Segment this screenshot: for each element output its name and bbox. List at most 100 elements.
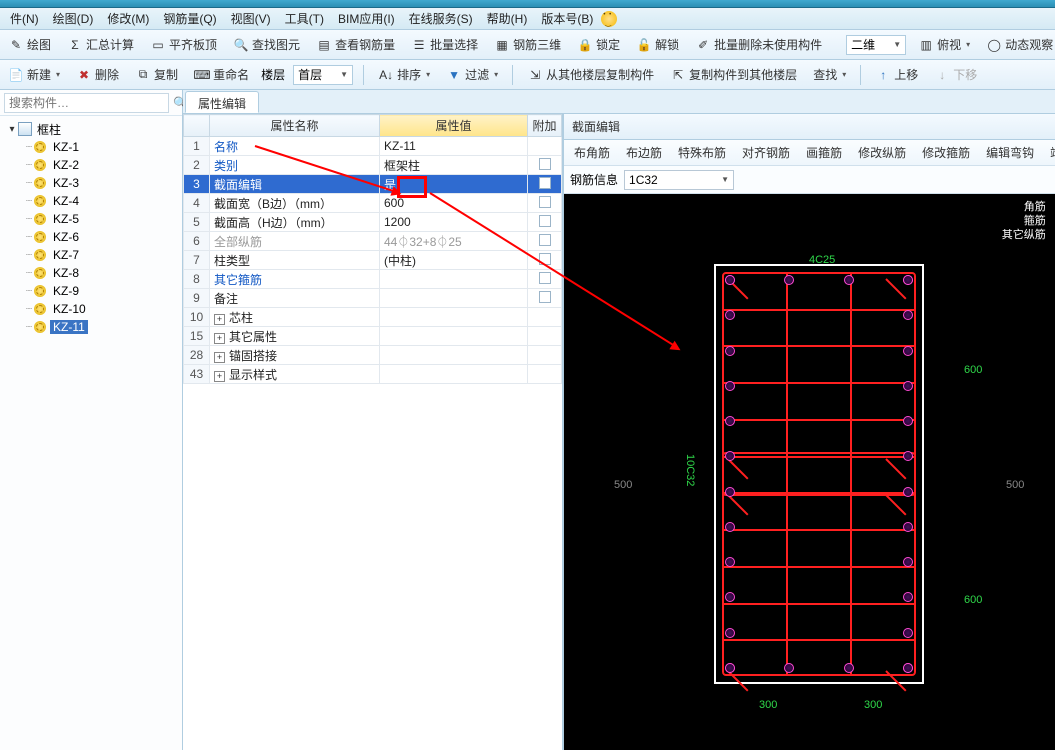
move-down-button[interactable]: ↓下移 — [930, 64, 981, 85]
tree-item[interactable]: ┈KZ-2 — [2, 156, 180, 174]
additional-checkbox[interactable] — [539, 158, 551, 170]
modify-long-bar-button[interactable]: 修改纵筋 — [854, 142, 910, 163]
property-grid[interactable]: 属性名称 属性值 附加 1名称KZ-112类别框架柱3截面编辑是4截面宽（B边）… — [183, 114, 562, 384]
rebar-dot — [725, 381, 735, 391]
sum-button[interactable]: Σ汇总计算 — [63, 34, 138, 55]
view-rebar-button[interactable]: ▤查看钢筋量 — [312, 34, 399, 55]
align-slab-button[interactable]: ▭平齐板顶 — [146, 34, 221, 55]
draw-button[interactable]: ✎绘图 — [4, 34, 55, 55]
rebar-dot — [725, 487, 735, 497]
search-button[interactable]: 查找▾ — [809, 64, 850, 85]
copy-icon: ⧉ — [135, 67, 151, 83]
menu-modify[interactable]: 修改(M) — [101, 8, 155, 29]
property-row[interactable]: 9备注 — [184, 289, 562, 308]
property-row[interactable]: 6全部纵筋44⏀32+8⏀25 — [184, 232, 562, 251]
tree-item[interactable]: ┈KZ-7 — [2, 246, 180, 264]
end-button[interactable]: 端头 — [1046, 142, 1055, 163]
sort-button[interactable]: A↓排序▾ — [374, 64, 434, 85]
top-view-button[interactable]: ▥俯视▾ — [914, 34, 974, 55]
orbit-button[interactable]: ◯动态观察 — [982, 34, 1055, 55]
face-icon[interactable] — [601, 11, 617, 27]
rebar-dot — [903, 487, 913, 497]
additional-checkbox[interactable] — [539, 291, 551, 303]
property-row[interactable]: 15+其它属性 — [184, 327, 562, 346]
property-row[interactable]: 3截面编辑是 — [184, 175, 562, 194]
property-row[interactable]: 8其它箍筋 — [184, 270, 562, 289]
tree-item[interactable]: ┈KZ-10 — [2, 300, 180, 318]
find-element-button[interactable]: 🔍查找图元 — [229, 34, 304, 55]
grid-icon: ▦ — [494, 37, 510, 53]
modify-stirrup-button[interactable]: 修改箍筋 — [918, 142, 974, 163]
tree-item[interactable]: ┈KZ-1 — [2, 138, 180, 156]
floor-select[interactable]: 首层▼ — [293, 65, 353, 85]
align-icon: ▭ — [150, 37, 166, 53]
tab-property-edit[interactable]: 属性编辑 — [185, 91, 259, 113]
menu-view[interactable]: 视图(V) — [225, 8, 277, 29]
tree-item[interactable]: ┈KZ-9 — [2, 282, 180, 300]
section-canvas[interactable]: 角筋 4C3 箍筋 C10 其它纵筋 20C 4C25 10C32 500 50… — [564, 194, 1055, 750]
expand-icon[interactable]: + — [214, 371, 225, 382]
search-input[interactable] — [4, 93, 169, 113]
expand-icon[interactable]: + — [214, 352, 225, 363]
tree-item[interactable]: ┈KZ-3 — [2, 174, 180, 192]
property-row[interactable]: 4截面宽（B边）（mm）600 — [184, 194, 562, 213]
tree-item[interactable]: ┈KZ-8 — [2, 264, 180, 282]
property-row[interactable]: 1名称KZ-11 — [184, 137, 562, 156]
additional-checkbox[interactable] — [539, 215, 551, 227]
property-row[interactable]: 10+芯柱 — [184, 308, 562, 327]
tree-item[interactable]: ┈KZ-5 — [2, 210, 180, 228]
property-row[interactable]: 28+锚固搭接 — [184, 346, 562, 365]
tree-item[interactable]: ┈KZ-11 — [2, 318, 180, 336]
copy-from-floor-button[interactable]: ⇲从其他楼层复制构件 — [523, 64, 658, 85]
property-row[interactable]: 2类别框架柱 — [184, 156, 562, 175]
additional-checkbox[interactable] — [539, 234, 551, 246]
tree-collapse-icon[interactable]: ▾ — [6, 123, 18, 135]
move-up-button[interactable]: ↑上移 — [871, 64, 922, 85]
batch-select-button[interactable]: ☰批量选择 — [407, 34, 482, 55]
menu-bim[interactable]: BIM应用(I) — [332, 8, 401, 29]
menu-file[interactable]: 件(N) — [4, 8, 45, 29]
batch-delete-unused-button[interactable]: ✐批量删除未使用构件 — [691, 34, 826, 55]
edge-bar-button[interactable]: 布边筋 — [622, 142, 666, 163]
additional-checkbox[interactable] — [539, 253, 551, 265]
tree-root-label[interactable]: 框柱 — [34, 121, 64, 138]
filter-icon: ▼ — [446, 67, 462, 83]
menu-help[interactable]: 帮助(H) — [481, 8, 534, 29]
property-row[interactable]: 7柱类型(中柱) — [184, 251, 562, 270]
lock-button[interactable]: 🔒锁定 — [573, 34, 624, 55]
menu-rebar[interactable]: 钢筋量(Q) — [157, 8, 222, 29]
additional-checkbox[interactable] — [539, 196, 551, 208]
draw-stirrup-button[interactable]: 画箍筋 — [802, 142, 846, 163]
additional-checkbox[interactable] — [539, 272, 551, 284]
up-icon: ↑ — [875, 67, 891, 83]
rebar-3d-button[interactable]: ▦钢筋三维 — [490, 34, 565, 55]
unlock-button[interactable]: 🔓解锁 — [632, 34, 683, 55]
rebar-info-combo[interactable]: 1C32▼ — [624, 170, 734, 190]
eraser-icon: ✐ — [695, 37, 711, 53]
new-button[interactable]: 📄新建▾ — [4, 64, 64, 85]
property-row[interactable]: 5截面高（H边）（mm）1200 — [184, 213, 562, 232]
rebar-dot — [725, 663, 735, 673]
tree-item[interactable]: ┈KZ-4 — [2, 192, 180, 210]
view-mode-select[interactable]: 二维▼ — [846, 35, 906, 55]
menu-tools[interactable]: 工具(T) — [279, 8, 330, 29]
delete-button[interactable]: ✖删除 — [72, 64, 123, 85]
special-bar-button[interactable]: 特殊布筋 — [674, 142, 730, 163]
expand-icon[interactable]: + — [214, 314, 225, 325]
tree-item[interactable]: ┈KZ-6 — [2, 228, 180, 246]
property-row[interactable]: 43+显示样式 — [184, 365, 562, 384]
expand-icon[interactable]: + — [214, 333, 225, 344]
menu-draw[interactable]: 绘图(D) — [47, 8, 100, 29]
additional-checkbox[interactable] — [539, 177, 551, 189]
menu-online[interactable]: 在线服务(S) — [403, 8, 479, 29]
menu-version[interactable]: 版本号(B) — [535, 8, 599, 29]
copy-to-floor-button[interactable]: ⇱复制构件到其他楼层 — [666, 64, 801, 85]
align-bar-button[interactable]: 对齐钢筋 — [738, 142, 794, 163]
rename-button[interactable]: ⌨重命名 — [190, 64, 253, 85]
copy-button[interactable]: ⧉复制 — [131, 64, 182, 85]
edit-hook-button[interactable]: 编辑弯钩 — [982, 142, 1038, 163]
header-name: 属性名称 — [210, 115, 380, 137]
filter-button[interactable]: ▼过滤▾ — [442, 64, 502, 85]
component-tree[interactable]: ▾框柱┈KZ-1┈KZ-2┈KZ-3┈KZ-4┈KZ-5┈KZ-6┈KZ-7┈K… — [0, 116, 182, 750]
corner-bar-button[interactable]: 布角筋 — [570, 142, 614, 163]
